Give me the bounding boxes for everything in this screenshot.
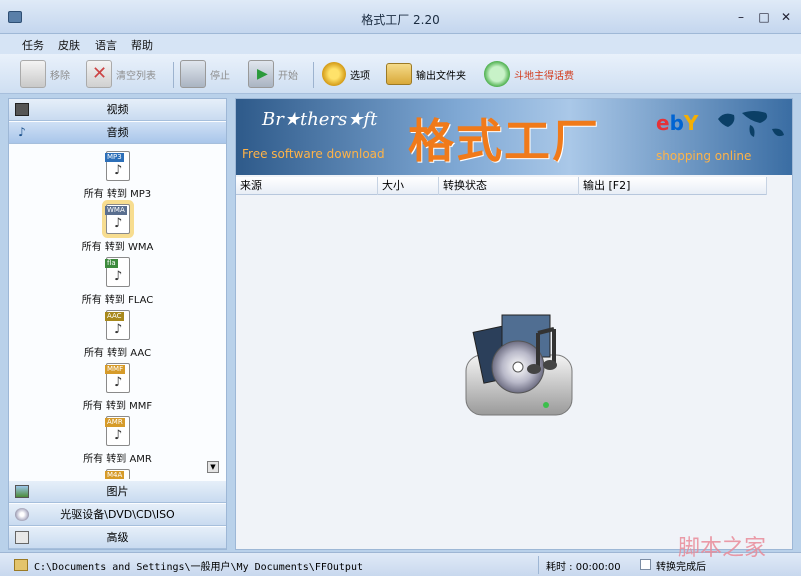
picture-icon (15, 485, 29, 498)
category-rom-device[interactable]: 光驱设备\DVD\CD\ISO (9, 504, 226, 526)
column-size[interactable]: 大小 (378, 177, 439, 195)
output-folder-button[interactable]: 输出文件夹 (386, 58, 466, 90)
magnifier-icon (484, 61, 510, 87)
column-status[interactable]: 转换状态 (439, 177, 579, 195)
ebay-logo: ebY (656, 111, 699, 135)
folder-icon (386, 63, 412, 85)
amr-file-icon: AMR ♪ (105, 416, 130, 446)
column-output[interactable]: 输出 [F2] (579, 177, 767, 195)
format-item-mp3[interactable]: MP3 ♪ 所有 转到 MP3 (9, 151, 226, 203)
title-bar: 格式工厂 2.20 – □ ✕ (0, 0, 801, 34)
aac-file-icon: AAC ♪ (105, 310, 130, 340)
category-advanced[interactable]: 高级 (9, 527, 226, 549)
toolbar: 移除 ✕ 清空列表 停止 ▶ 开始 选项 输出文件夹 斗地主得话费 (0, 54, 801, 94)
tools-icon (15, 531, 29, 544)
after-convert-checkbox[interactable] (640, 559, 651, 570)
category-video[interactable]: 视频 (9, 99, 226, 121)
flac-file-icon: fla ♪ (105, 257, 130, 287)
format-item-mmf[interactable]: MMF ♪ 所有 转到 MMF (9, 363, 226, 415)
maximize-button[interactable]: □ (755, 9, 773, 25)
status-divider (538, 556, 539, 574)
folder-icon[interactable] (14, 559, 28, 571)
brothersoft-logo: Br★thers★ft (262, 109, 378, 130)
clear-list-icon: ✕ (86, 60, 112, 88)
category-picture[interactable]: 图片 (9, 481, 226, 503)
main-panel: Br★thers★ft Free software download 格式工厂 … (235, 98, 793, 550)
gear-icon (322, 62, 346, 86)
shopping-online-text: shopping online (656, 149, 752, 163)
category-audio[interactable]: ♪ 音频 (9, 122, 226, 144)
format-factory-logo (465, 314, 573, 416)
close-button[interactable]: ✕ (777, 9, 795, 25)
music-note-icon: ♪ (18, 125, 26, 139)
watermark: 脚本之家 (678, 536, 767, 561)
format-item-flac[interactable]: fla ♪ 所有 转到 FLAC (9, 257, 226, 309)
toolbar-separator (313, 62, 314, 88)
ad-banner[interactable]: Br★thers★ft Free software download 格式工厂 … (236, 99, 792, 175)
task-table-header: 来源 大小 转换状态 输出 [F2] (236, 177, 767, 195)
toolbar-separator (173, 62, 174, 88)
world-map-icon (718, 111, 784, 137)
earn-credit-link[interactable]: 斗地主得话费 (484, 58, 574, 90)
menu-language[interactable]: 语言 (95, 37, 117, 53)
format-item-wma[interactable]: WMA ♪ 所有 转到 WMA (9, 204, 226, 256)
scroll-down-button[interactable]: ▼ (207, 461, 219, 473)
elapsed-time: 耗时 : 00:00:00 (546, 562, 621, 573)
mmf-file-icon: MMF ♪ (105, 363, 130, 393)
banner-title: 格式工厂 (408, 114, 600, 168)
stop-button[interactable]: 停止 (180, 58, 230, 90)
mp3-file-icon: MP3 ♪ (105, 151, 130, 181)
disc-icon (15, 508, 29, 521)
column-source[interactable]: 来源 (236, 177, 378, 195)
film-icon (15, 103, 29, 116)
options-button[interactable]: 选项 (322, 58, 370, 90)
start-button[interactable]: ▶ 开始 (248, 58, 298, 90)
menu-help[interactable]: 帮助 (131, 37, 153, 53)
minimize-button[interactable]: – (732, 9, 750, 25)
m4a-file-icon: M4A (105, 469, 130, 479)
menu-task[interactable]: 任务 (22, 37, 44, 53)
remove-icon (20, 60, 46, 88)
free-download-text: Free software download (242, 147, 385, 161)
format-item-m4a[interactable]: M4A (9, 469, 226, 479)
format-item-aac[interactable]: AAC ♪ 所有 转到 AAC (9, 310, 226, 362)
output-path[interactable]: C:\Documents and Settings\一般用户\My Docume… (34, 558, 363, 573)
start-icon: ▶ (248, 60, 274, 88)
clear-list-button[interactable]: ✕ 清空列表 (86, 58, 156, 90)
remove-button[interactable]: 移除 (20, 58, 70, 90)
menu-skin[interactable]: 皮肤 (58, 37, 80, 53)
stop-icon (180, 60, 206, 88)
format-item-amr[interactable]: AMR ♪ 所有 转到 AMR (9, 416, 226, 468)
category-sidebar: 视频 ♪ 音频 MP3 ♪ 所有 转到 MP3 WMA ♪ 所有 转到 WMA … (8, 98, 227, 550)
menu-bar: 任务 皮肤 语言 帮助 (0, 34, 801, 54)
wma-file-icon: WMA ♪ (105, 204, 130, 234)
window-title: 格式工厂 2.20 (361, 13, 440, 27)
